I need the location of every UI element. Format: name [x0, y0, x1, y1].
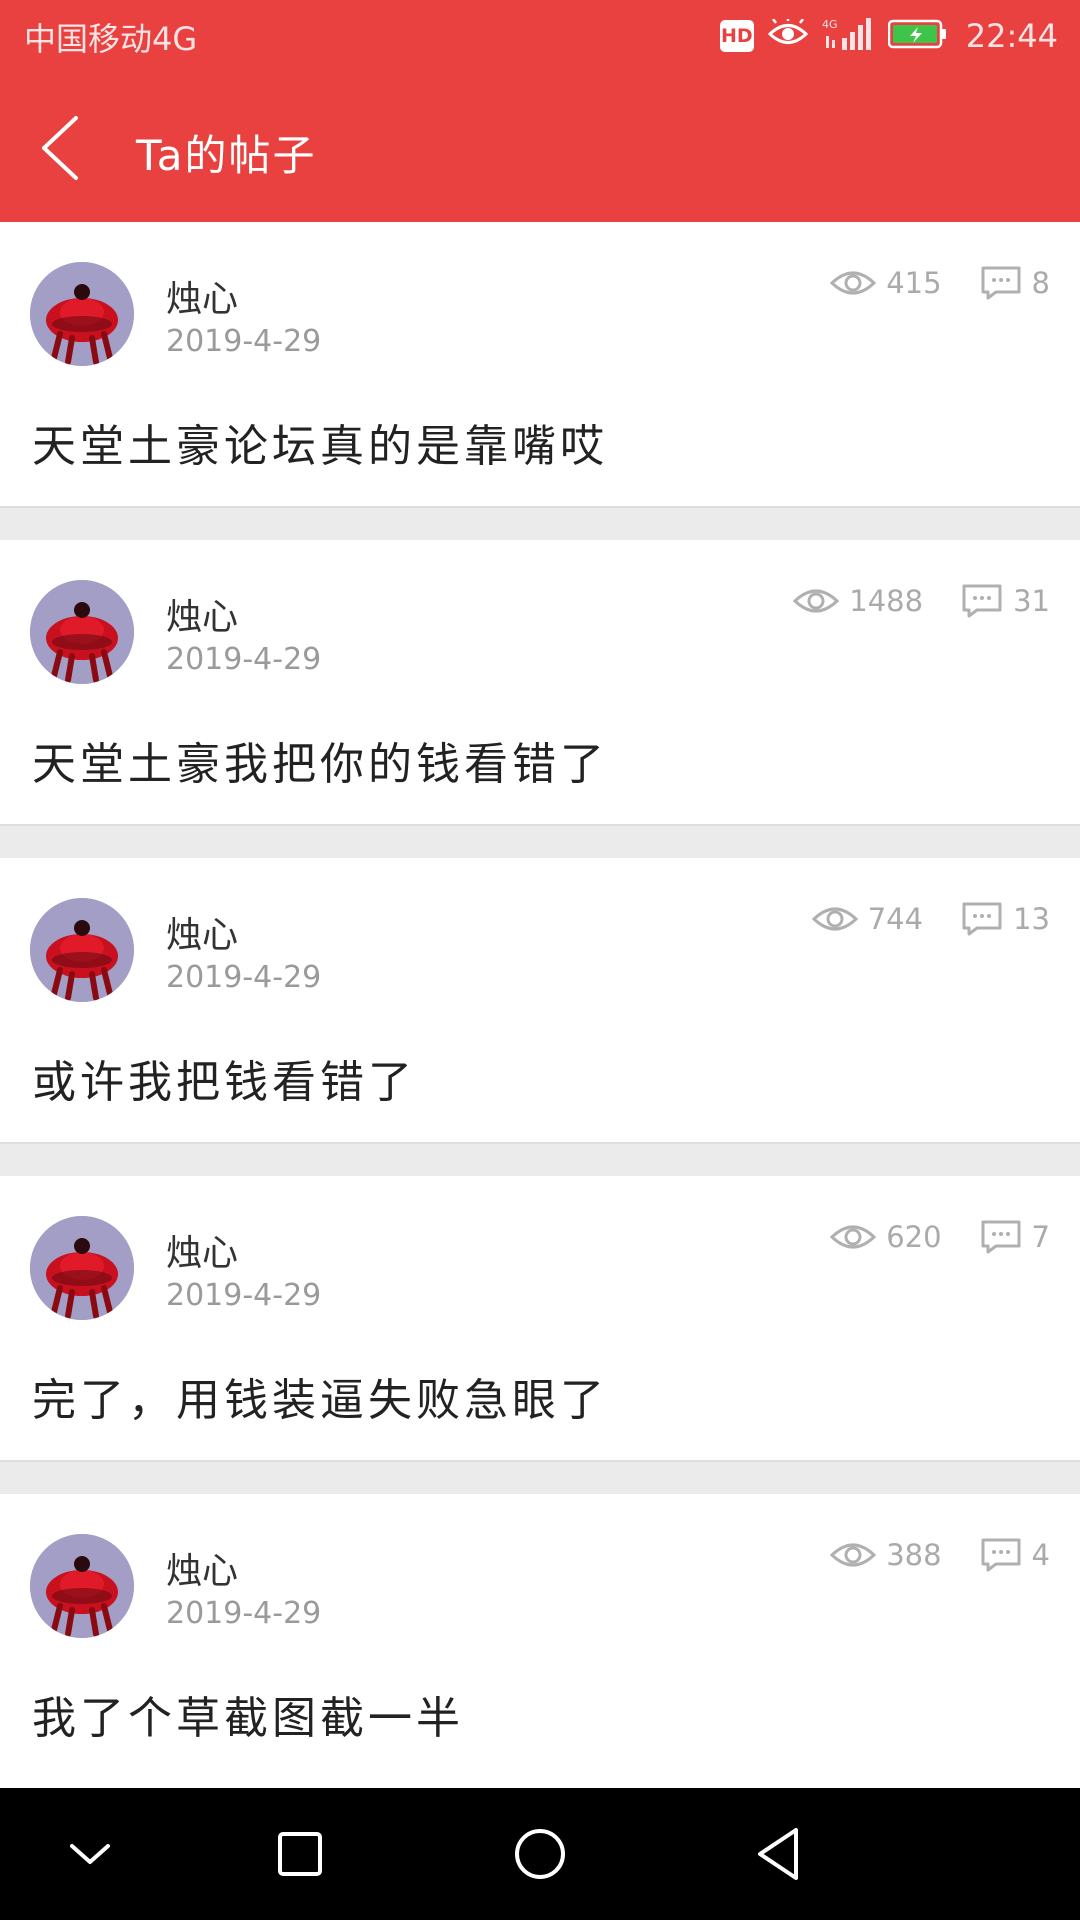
- post-title[interactable]: 天堂土豪论坛真的是靠嘴哎: [32, 410, 608, 474]
- eye-icon: [793, 589, 840, 613]
- eye-icon: [830, 1543, 877, 1567]
- comment-icon: [962, 584, 1002, 618]
- chevron-down-icon: [70, 1844, 110, 1864]
- post-title[interactable]: 或许我把钱看错了: [32, 1046, 416, 1110]
- view-count: 415: [886, 266, 942, 300]
- signal-icon: 4G: [822, 16, 874, 56]
- post-date: 2019-4-29: [166, 1596, 322, 1631]
- nav-home-button[interactable]: [500, 1814, 580, 1894]
- eye-icon: [830, 1225, 877, 1249]
- hd-icon: HD: [719, 20, 754, 52]
- post-date: 2019-4-29: [166, 1278, 322, 1313]
- post-card[interactable]: 烛心 2019-4-29 1488 31 天堂土豪我把你的钱看错了: [0, 540, 1080, 826]
- triangle-back-icon: [758, 1828, 798, 1880]
- nav-back-button[interactable]: [740, 1814, 820, 1894]
- avatar[interactable]: [30, 262, 134, 366]
- post-title[interactable]: 天堂土豪我把你的钱看错了: [32, 728, 608, 792]
- page-title: Ta的帖子: [136, 131, 317, 180]
- comment-icon: [981, 1220, 1021, 1254]
- eye-icon: [830, 271, 877, 295]
- post-stats: 1488 31: [793, 578, 1050, 624]
- eye-comfort-icon: [767, 17, 808, 53]
- author-name[interactable]: 烛心: [166, 1224, 238, 1276]
- nav-collapse-button[interactable]: [50, 1814, 130, 1894]
- post-card[interactable]: 烛心 2019-4-29 620 7 完了，用钱装逼失败急眼了: [0, 1176, 1080, 1462]
- comment-count: 31: [1013, 584, 1050, 618]
- nav-recents-button[interactable]: [260, 1814, 340, 1894]
- status-bar: 中国移动4G HD 4G 22:44: [0, 0, 1080, 74]
- comment-count: 4: [1031, 1538, 1050, 1572]
- post-date: 2019-4-29: [166, 324, 322, 359]
- post-list: 烛心 2019-4-29 415 8 天堂土豪论坛真的是靠嘴哎 烛心 2019-…: [0, 222, 1080, 1796]
- author-name[interactable]: 烛心: [166, 906, 238, 958]
- avatar[interactable]: [30, 580, 134, 684]
- comment-icon: [981, 266, 1021, 300]
- status-icons: HD 4G 22:44: [719, 14, 1058, 58]
- post-title[interactable]: 我了个草截图截一半: [32, 1682, 464, 1746]
- post-card[interactable]: 烛心 2019-4-29 415 8 天堂土豪论坛真的是靠嘴哎: [0, 222, 1080, 508]
- post-card[interactable]: 烛心 2019-4-29 744 13 或许我把钱看错了: [0, 858, 1080, 1144]
- battery-icon: [887, 19, 948, 53]
- post-title[interactable]: 完了，用钱装逼失败急眼了: [32, 1364, 608, 1428]
- app-bar: Ta的帖子: [0, 74, 1080, 222]
- system-nav-bar: [0, 1788, 1080, 1920]
- post-stats: 620 7: [830, 1214, 1050, 1260]
- comment-count: 8: [1031, 266, 1050, 300]
- post-stats: 744 13: [811, 896, 1050, 942]
- back-button[interactable]: [30, 108, 110, 188]
- avatar[interactable]: [30, 898, 134, 1002]
- view-count: 388: [886, 1538, 942, 1572]
- author-name[interactable]: 烛心: [166, 270, 238, 322]
- author-name[interactable]: 烛心: [166, 588, 238, 640]
- comment-count: 13: [1013, 902, 1050, 936]
- comment-icon: [981, 1538, 1021, 1572]
- post-card[interactable]: 烛心 2019-4-29 388 4 我了个草截图截一半: [0, 1494, 1080, 1796]
- post-date: 2019-4-29: [166, 960, 322, 995]
- comment-count: 7: [1031, 1220, 1050, 1254]
- avatar[interactable]: [30, 1216, 134, 1320]
- eye-icon: [811, 907, 858, 931]
- chevron-left-icon: [42, 116, 78, 180]
- view-count: 1488: [849, 584, 924, 618]
- post-date: 2019-4-29: [166, 642, 322, 677]
- post-stats: 388 4: [830, 1532, 1050, 1578]
- view-count: 744: [867, 902, 924, 936]
- comment-icon: [962, 902, 1002, 936]
- view-count: 620: [886, 1220, 942, 1254]
- author-name[interactable]: 烛心: [166, 1542, 238, 1594]
- avatar[interactable]: [30, 1534, 134, 1638]
- square-icon: [278, 1832, 322, 1876]
- circle-icon: [515, 1829, 565, 1879]
- post-stats: 415 8: [830, 260, 1050, 306]
- svg-text:4G: 4G: [822, 18, 838, 31]
- clock: 22:44: [965, 17, 1058, 55]
- carrier-label: 中国移动4G: [24, 20, 198, 58]
